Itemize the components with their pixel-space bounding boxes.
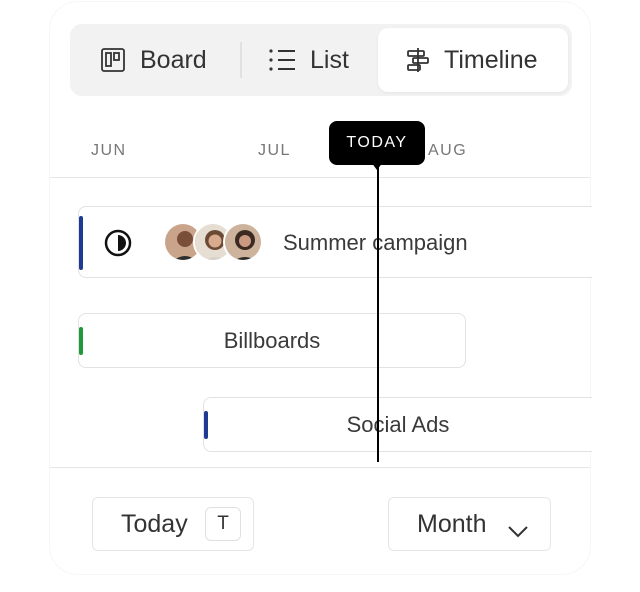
view-switcher: Board List Timeline xyxy=(70,24,572,96)
today-marker-badge: TODAY xyxy=(329,121,425,165)
bar-label: Summer campaign xyxy=(283,230,468,255)
time-scale-label: Month xyxy=(417,509,487,538)
timeline-bar-billboards[interactable]: Billboards xyxy=(78,313,466,368)
month-label-jun: JUN xyxy=(91,142,127,159)
month-label-aug: AUG xyxy=(428,142,468,159)
timeline-view-tab[interactable]: Timeline xyxy=(378,28,568,92)
bar-accent xyxy=(79,327,83,355)
tab-divider xyxy=(240,42,242,78)
today-marker-line xyxy=(377,165,379,462)
footer-divider xyxy=(50,467,590,468)
timeline-bar-social-ads[interactable]: Social Ads xyxy=(203,397,592,452)
board-icon xyxy=(100,47,126,73)
assignee-avatars xyxy=(163,222,263,262)
time-scale-dropdown[interactable]: Month xyxy=(388,497,551,551)
list-icon xyxy=(268,48,296,72)
bar-accent xyxy=(204,411,208,439)
chevron-down-icon xyxy=(507,517,529,546)
board-tab-label: Board xyxy=(140,45,207,74)
half-circle-progress-icon xyxy=(104,229,132,263)
list-tab-label: List xyxy=(310,45,349,74)
timeline-icon xyxy=(406,47,430,73)
timeline-tab-label: Timeline xyxy=(444,45,538,74)
avatar[interactable] xyxy=(223,222,263,262)
bar-accent xyxy=(79,216,83,270)
jump-to-today-button[interactable]: Today T xyxy=(92,497,254,551)
board-view-tab[interactable]: Board xyxy=(100,28,207,92)
list-view-tab[interactable]: List xyxy=(268,28,349,92)
keyboard-shortcut-badge: T xyxy=(205,507,241,541)
bar-label: Billboards xyxy=(223,327,321,353)
bar-label: Social Ads xyxy=(346,411,450,437)
today-button-label: Today xyxy=(121,509,188,538)
timeline-bar-summer-campaign[interactable]: Summer campaign xyxy=(78,206,592,278)
header-divider xyxy=(50,177,590,178)
month-label-jul: JUL xyxy=(258,142,291,159)
